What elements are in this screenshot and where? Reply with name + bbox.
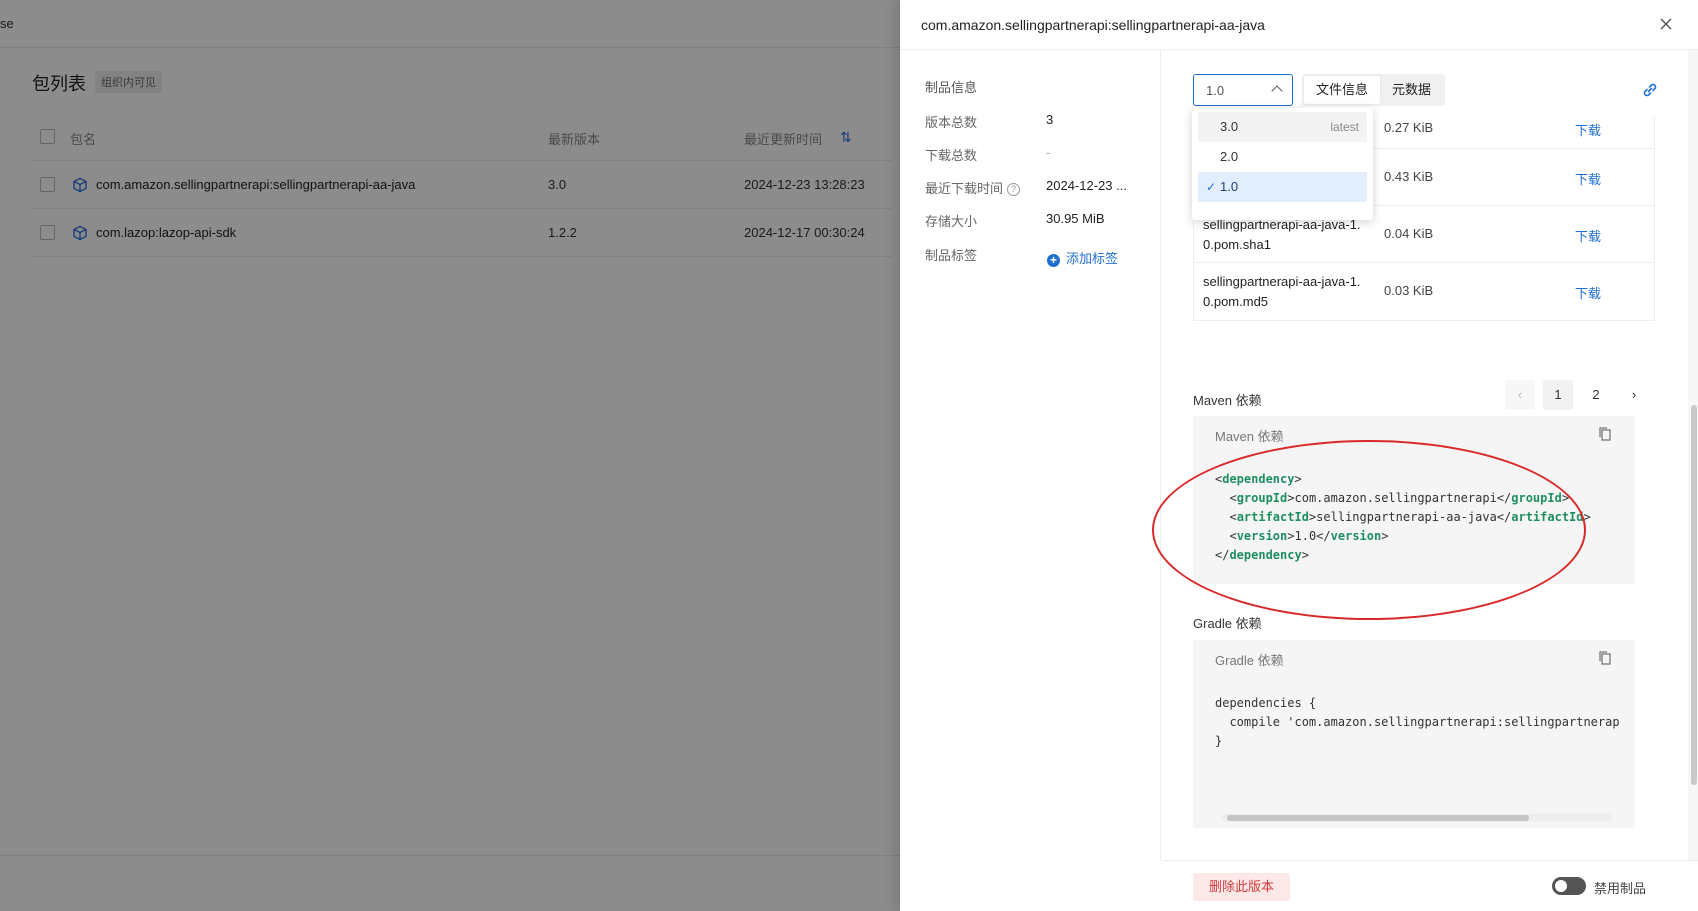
tab-metadata[interactable]: 元数据 xyxy=(1380,76,1443,104)
maven-code[interactable]: <dependency> <groupId>com.amazon.selling… xyxy=(1215,470,1591,565)
drawer-header: com.amazon.sellingpartnerapi:sellingpart… xyxy=(900,0,1698,50)
next-page-icon[interactable]: › xyxy=(1619,380,1649,410)
product-info-panel: 制品信息 版本总数 3 下载总数 - 最近下载时间? 2024-12-23 ..… xyxy=(900,50,1161,860)
add-tag-button[interactable]: + 添加标签 xyxy=(1047,248,1118,267)
maven-section-title: Maven 依赖 xyxy=(1193,393,1262,408)
version-select-value: 1.0 xyxy=(1206,83,1225,98)
version-option-1-0[interactable]: ✓ 1.0 xyxy=(1198,172,1367,202)
info-heading: 制品信息 xyxy=(925,80,978,95)
maven-version: 1.0 xyxy=(1294,529,1317,543)
last-download-value: 2024-12-23 ... xyxy=(1046,178,1127,193)
download-count-value: - xyxy=(1046,145,1051,160)
file-size: 0.04 KiB xyxy=(1384,226,1434,241)
gradle-box-title: Gradle 依赖 xyxy=(1215,653,1284,668)
help-icon[interactable]: ? xyxy=(1007,183,1021,196)
maven-code-box: Maven 依赖 <dependency> <groupId>com.amazo… xyxy=(1193,416,1635,584)
gradle-line-3: } xyxy=(1215,734,1223,748)
add-tag-label: 添加标签 xyxy=(1066,251,1119,266)
tab-file-info[interactable]: 文件信息 xyxy=(1304,76,1381,104)
horizontal-scrollbar[interactable] xyxy=(1221,814,1613,822)
disable-toggle-label: 禁用制品 xyxy=(1594,881,1647,896)
file-name: sellingpartnerapi-aa-java-1.0.pom.md5 xyxy=(1203,274,1361,309)
scrollbar-thumb[interactable] xyxy=(1227,815,1529,821)
delete-version-button[interactable]: 删除此版本 xyxy=(1193,873,1291,901)
version-count-value: 3 xyxy=(1046,112,1054,127)
file-size: 0.43 KiB xyxy=(1384,169,1434,184)
file-row: sellingpartnerapi-aa-java-1.0.pom.md5 0.… xyxy=(1194,263,1654,320)
last-download-label-wrap: 最近下载时间? xyxy=(925,178,1021,197)
last-download-label: 最近下载时间 xyxy=(925,181,1004,196)
gradle-code-box: Gradle 依赖 dependencies { compile 'com.am… xyxy=(1193,640,1635,828)
option-label: 2.0 xyxy=(1220,149,1239,164)
toggle-knob xyxy=(1555,880,1567,892)
latest-badge: latest xyxy=(1330,120,1359,134)
check-icon: ✓ xyxy=(1206,180,1217,194)
page-2[interactable]: 2 xyxy=(1581,380,1611,410)
download-link[interactable]: 下载 xyxy=(1575,169,1601,188)
version-option-2-0[interactable]: 2.0 xyxy=(1198,142,1367,172)
gradle-line-2: compile 'com.amazon.sellingpartnerapi:se… xyxy=(1215,715,1620,729)
plus-circle-icon: + xyxy=(1047,254,1060,267)
copy-icon[interactable] xyxy=(1597,426,1613,442)
file-size: 0.03 KiB xyxy=(1384,283,1434,298)
version-count-label: 版本总数 xyxy=(925,115,978,130)
download-count-label: 下载总数 xyxy=(925,148,978,163)
pagination: ‹ 1 2 › xyxy=(1505,380,1657,412)
tags-label: 制品标签 xyxy=(925,248,978,263)
gradle-line-1: dependencies { xyxy=(1215,696,1317,710)
download-link[interactable]: 下载 xyxy=(1575,283,1601,302)
copy-icon[interactable] xyxy=(1597,650,1613,666)
option-label: 3.0 xyxy=(1220,119,1239,134)
version-select[interactable]: 1.0 xyxy=(1193,74,1293,106)
gradle-section-title: Gradle 依赖 xyxy=(1193,616,1262,631)
link-icon[interactable] xyxy=(1640,80,1660,100)
scrollbar-thumb[interactable] xyxy=(1691,405,1697,785)
page-1[interactable]: 1 xyxy=(1543,380,1573,410)
download-link[interactable]: 下载 xyxy=(1575,226,1601,245)
drawer-footer: 删除此版本 禁用制品 xyxy=(1162,860,1698,911)
storage-value: 30.95 MiB xyxy=(1046,211,1105,226)
file-size: 0.27 KiB xyxy=(1384,120,1434,135)
maven-box-title: Maven 依赖 xyxy=(1215,429,1284,444)
chevron-up-icon xyxy=(1271,85,1283,97)
file-name: sellingpartnerapi-aa-java-1.0.pom.sha1 xyxy=(1203,217,1361,252)
version-dropdown: 3.0 latest 2.0 ✓ 1.0 xyxy=(1192,108,1373,220)
detail-tabs: 文件信息 元数据 xyxy=(1302,74,1446,106)
disable-toggle[interactable] xyxy=(1552,877,1586,895)
vertical-scrollbar[interactable] xyxy=(1688,50,1698,860)
maven-group-id: com.amazon.sellingpartnerapi xyxy=(1294,491,1497,505)
version-option-3-0[interactable]: 3.0 latest xyxy=(1198,112,1367,142)
option-label: 1.0 xyxy=(1220,179,1239,194)
maven-artifact-id: sellingpartnerapi-aa-java xyxy=(1316,510,1497,524)
storage-label: 存储大小 xyxy=(925,214,978,229)
prev-page-icon[interactable]: ‹ xyxy=(1505,380,1535,410)
drawer-title: com.amazon.sellingpartnerapi:sellingpart… xyxy=(921,17,1265,33)
download-link[interactable]: 下载 xyxy=(1575,120,1601,139)
close-icon[interactable] xyxy=(1656,14,1676,34)
gradle-code[interactable]: dependencies { compile 'com.amazon.selli… xyxy=(1215,694,1620,751)
